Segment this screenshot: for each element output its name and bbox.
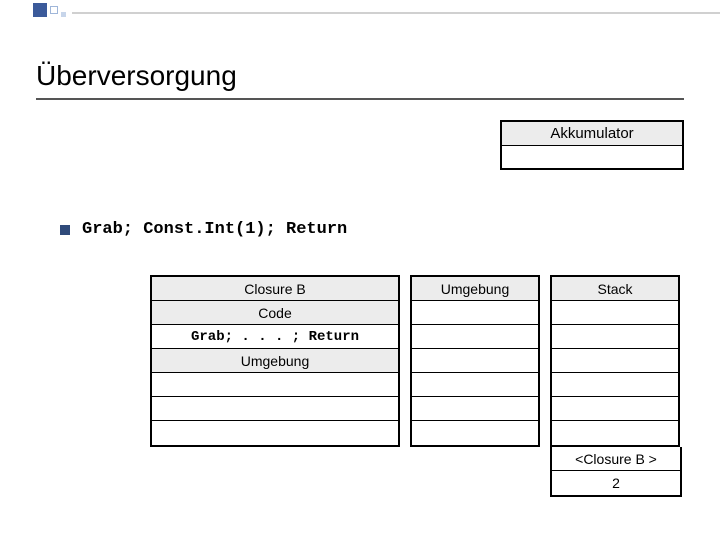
closure-empty-cell xyxy=(152,373,398,397)
umgebung-empty-cell xyxy=(412,325,538,349)
closure-header: Closure B xyxy=(152,277,398,301)
stack-entry-closure: <Closure B > xyxy=(552,447,680,471)
closure-code-line: Grab; . . . ; Return xyxy=(152,325,398,349)
stack-empty-cell xyxy=(552,373,678,397)
umgebung-empty-cell xyxy=(412,397,538,421)
slide-title: Überversorgung xyxy=(36,60,237,92)
stack-empty-cell xyxy=(552,325,678,349)
stack-empty-cell xyxy=(552,301,678,325)
bullet-row: Grab; Const.Int(1); Return xyxy=(60,220,347,239)
decor-square-icon xyxy=(33,3,47,17)
bullet-code: Grab; Const.Int(1); Return xyxy=(82,220,347,239)
stack-empty-cell xyxy=(552,421,678,445)
closure-umgebung-header: Umgebung xyxy=(152,349,398,373)
decor-line xyxy=(72,12,720,14)
umgebung-empty-cell xyxy=(412,421,538,445)
closure-box: Closure B Code Grab; . . . ; Return Umge… xyxy=(150,275,400,447)
umgebung-empty-cell xyxy=(412,301,538,325)
stack-extra-rows: <Closure B > 2 xyxy=(550,447,682,497)
boxes-area: Closure B Code Grab; . . . ; Return Umge… xyxy=(150,275,680,447)
stack-entry-value: 2 xyxy=(552,471,680,495)
closure-code-header: Code xyxy=(152,301,398,325)
template-header-strip xyxy=(0,0,720,18)
akkumulator-box: Akkumulator xyxy=(500,120,684,170)
umgebung-empty-cell xyxy=(412,349,538,373)
stack-empty-cell xyxy=(552,397,678,421)
closure-empty-cell xyxy=(152,397,398,421)
bullet-icon xyxy=(60,225,70,235)
umgebung-empty-cell xyxy=(412,373,538,397)
akkumulator-header: Akkumulator xyxy=(502,122,682,146)
umgebung-box: Umgebung xyxy=(410,275,540,447)
closure-empty-cell xyxy=(152,421,398,445)
stack-box: Stack xyxy=(550,275,680,447)
umgebung-header: Umgebung xyxy=(412,277,538,301)
title-underline xyxy=(36,98,684,100)
stack-header: Stack xyxy=(552,277,678,301)
akkumulator-empty-cell xyxy=(502,146,682,168)
stack-empty-cell xyxy=(552,349,678,373)
decor-square-icon xyxy=(50,6,58,14)
decor-square-icon xyxy=(61,12,66,17)
